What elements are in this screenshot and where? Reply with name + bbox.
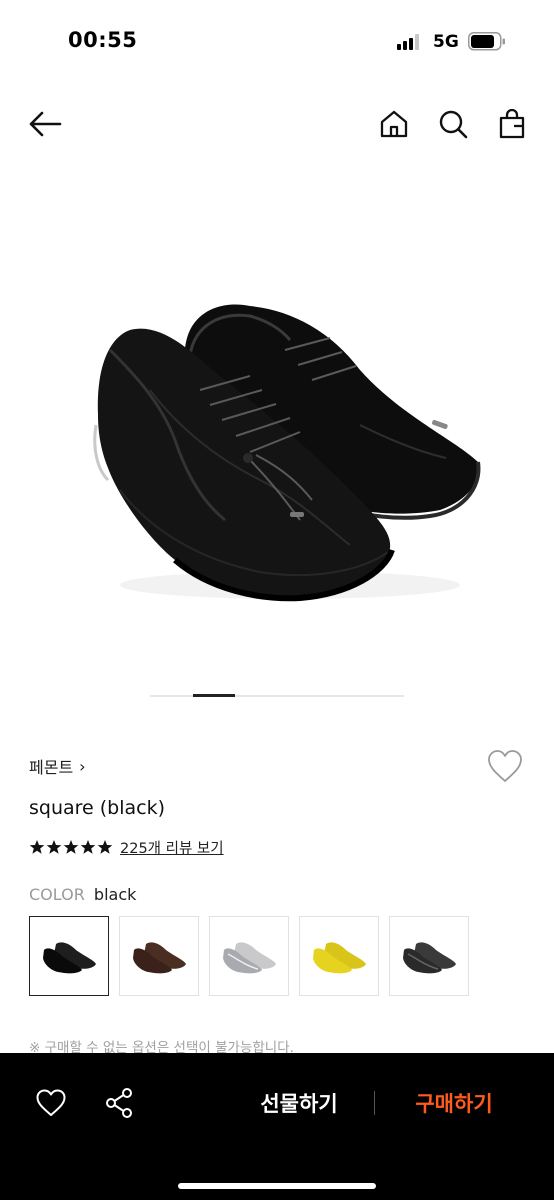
home-indicator (178, 1183, 376, 1189)
wishlist-bottom-button[interactable] (31, 1083, 71, 1123)
brand-link[interactable]: 페몬트 › (29, 754, 86, 778)
chevron-right-icon: › (79, 756, 86, 776)
network-type: 5G (433, 32, 459, 52)
battery-icon (468, 32, 505, 51)
product-name: square (black) (29, 797, 166, 819)
gift-button[interactable]: 선물하기 (234, 1083, 364, 1123)
dark-grey-shoe-thumbnail (403, 942, 456, 974)
silver-shoe-thumbnail (223, 942, 276, 974)
color-key: COLOR (29, 885, 85, 904)
color-value: black (93, 885, 137, 904)
swatch-brown[interactable] (119, 916, 199, 996)
rating-stars (29, 839, 113, 855)
status-bar: 00:55 5G (0, 0, 554, 84)
black-shoe-thumbnail (43, 942, 96, 974)
swatch-black[interactable] (29, 916, 109, 996)
bottom-bar-divider (374, 1091, 375, 1115)
buy-button[interactable]: 구매하기 (394, 1083, 514, 1123)
star-icon (80, 840, 96, 854)
swatch-silver[interactable] (209, 916, 289, 996)
review-link[interactable]: 225개 리뷰 보기 (120, 837, 224, 858)
star-icon (97, 840, 113, 854)
heart-icon (36, 1089, 66, 1116)
status-time: 00:55 (68, 28, 138, 52)
cellular-signal-icon (397, 34, 423, 50)
brand-name: 페몬트 (29, 758, 74, 777)
swatch-yellow[interactable] (299, 916, 379, 996)
top-navigation (0, 96, 554, 156)
star-icon (29, 840, 45, 854)
star-icon (46, 840, 62, 854)
carousel-indicator-active (193, 694, 235, 697)
share-icon (106, 1088, 132, 1118)
back-button[interactable] (25, 104, 65, 144)
bottom-action-bar: 선물하기 구매하기 (0, 1053, 554, 1200)
yellow-shoe-thumbnail (313, 942, 366, 974)
arrow-left-icon (29, 111, 62, 137)
color-swatches (29, 916, 469, 996)
search-button[interactable] (433, 104, 473, 144)
star-icon (63, 840, 79, 854)
search-icon (439, 110, 468, 139)
cart-button[interactable] (492, 104, 532, 144)
carousel-indicator (150, 694, 404, 697)
brown-shoe-thumbnail (133, 942, 186, 974)
wishlist-button[interactable] (486, 748, 526, 786)
color-option-label: COLOR black (29, 885, 136, 904)
home-button[interactable] (374, 104, 414, 144)
shopping-bag-icon (499, 109, 525, 139)
home-icon (380, 110, 408, 138)
product-image (93, 304, 481, 602)
swatch-dark-grey[interactable] (389, 916, 469, 996)
share-button[interactable] (99, 1083, 139, 1123)
heart-icon (488, 750, 522, 782)
rating-row: 225개 리뷰 보기 (29, 836, 224, 858)
